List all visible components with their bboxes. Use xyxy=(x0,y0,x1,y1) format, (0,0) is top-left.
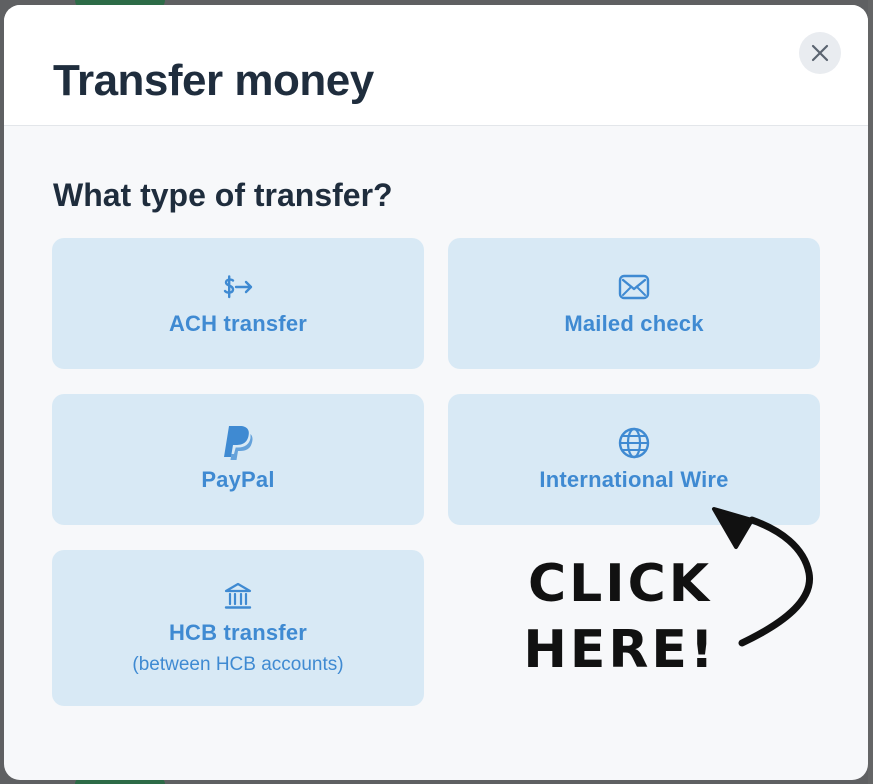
modal-title: Transfer money xyxy=(53,56,374,105)
annotation-line-1: CLICK xyxy=(527,554,713,614)
transfer-type-heading: What type of transfer? xyxy=(53,177,393,213)
international-wire-label: International Wire xyxy=(539,466,729,492)
transfer-money-modal: Transfer money What type of transfer? AC… xyxy=(4,5,868,780)
hcb-transfer-sublabel: (between HCB accounts) xyxy=(132,654,344,675)
paypal-icon xyxy=(220,425,256,461)
mailed-check-option[interactable]: Mailed check xyxy=(448,238,820,369)
paypal-label: PayPal xyxy=(201,466,275,492)
paypal-option[interactable]: PayPal xyxy=(52,394,424,525)
backdrop xyxy=(868,0,873,784)
dollar-arrow-icon xyxy=(220,269,256,305)
click-here-text: CLICK HERE! xyxy=(520,551,720,683)
modal-header: Transfer money xyxy=(4,5,868,126)
close-button[interactable] xyxy=(799,32,841,74)
close-icon xyxy=(811,44,829,62)
hcb-transfer-option[interactable]: HCB transfer (between HCB accounts) xyxy=(52,550,424,706)
ach-transfer-label: ACH transfer xyxy=(168,310,308,336)
annotation-line-2: HERE! xyxy=(523,620,717,680)
click-here-annotation: CLICK HERE! xyxy=(484,495,834,695)
mailed-check-label: Mailed check xyxy=(564,310,704,336)
bank-icon xyxy=(220,578,256,614)
globe-icon xyxy=(616,425,652,461)
hcb-transfer-label: HCB transfer xyxy=(168,620,308,645)
envelope-icon xyxy=(616,269,652,305)
ach-transfer-option[interactable]: ACH transfer xyxy=(52,238,424,369)
